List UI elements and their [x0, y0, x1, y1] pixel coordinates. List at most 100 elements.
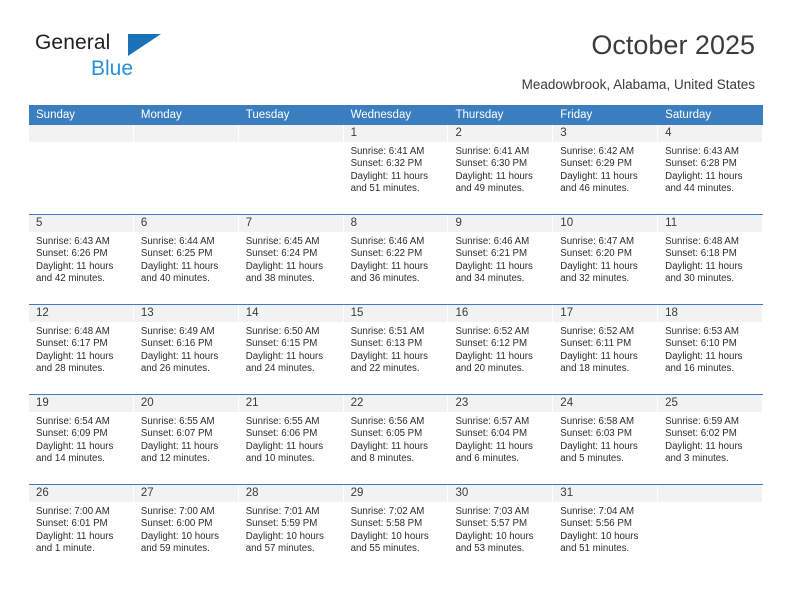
- day-number: 23: [448, 395, 553, 412]
- day-number: 22: [343, 395, 448, 412]
- calendar-day-cell[interactable]: 2 Sunrise: 6:41 AM Sunset: 6:30 PM Daylight…: [448, 125, 554, 214]
- calendar-day-cell[interactable]: 25 Sunrise: 6:59 AM Sunset: 6:02 PM Dayligh…: [658, 395, 764, 484]
- weekday-header-sunday: Sunday: [36, 109, 76, 121]
- calendar-day-cell[interactable]: 17 Sunrise: 6:52 AM Sunset: 6:11 PM Dayligh…: [553, 305, 659, 394]
- calendar-cell-empty: [133, 125, 239, 214]
- calendar-day-cell[interactable]: 30 Sunrise: 7:03 AM Sunset: 5:57 PM Dayligh…: [448, 485, 554, 575]
- calendar-day-cell[interactable]: 27 Sunrise: 7:00 AM Sunset: 6:00 PM Dayligh…: [133, 485, 239, 575]
- calendar-day-cell[interactable]: 8 Sunrise: 6:46 AM Sunset: 6:22 PM Daylight…: [343, 215, 449, 304]
- day-number: 4: [658, 125, 763, 142]
- daylight-text-line1: Daylight: 11 hours: [560, 170, 638, 182]
- calendar-day-cell[interactable]: 9 Sunrise: 6:46 AM Sunset: 6:21 PM Daylight…: [448, 215, 554, 304]
- daylight-text-line1: Daylight: 11 hours: [350, 260, 428, 272]
- sunrise-text: Sunrise: 6:41 AM: [350, 146, 425, 157]
- daylight-text-line1: Daylight: 10 hours: [140, 530, 219, 542]
- day-number: 16: [448, 305, 553, 322]
- calendar-table: Sunday Monday Tuesday Wednesday Thursday Frid…: [29, 105, 764, 575]
- sunset-text: Sunset: 6:21 PM: [455, 248, 528, 260]
- calendar-day-cell[interactable]: 5 Sunrise: 6:43 AM Sunset: 6:26 PM Daylight…: [29, 215, 134, 304]
- daylight-text-line2: and 32 minutes.: [560, 273, 630, 285]
- sunrise-text: Sunrise: 6:41 AM: [455, 146, 530, 157]
- weekday-header-friday: Friday: [560, 109, 593, 121]
- calendar-day-cell[interactable]: 13 Sunrise: 6:49 AM Sunset: 6:16 PM Dayligh…: [133, 305, 239, 394]
- logo-text-general: General: [35, 32, 215, 56]
- daylight-text-line1: Daylight: 11 hours: [36, 350, 114, 362]
- day-sun-info: Sunrise: 6:53 AM Sunset: 6:10 PM Daylight:…: [658, 322, 762, 376]
- page-subtitle: Meadowbrook, Alabama, United States: [521, 77, 755, 92]
- day-sun-info: Sunrise: 6:45 AM Sunset: 6:24 PM Daylight:…: [239, 232, 343, 286]
- day-number: [133, 125, 238, 142]
- day-number: 13: [133, 305, 238, 322]
- day-number: 2: [448, 125, 553, 142]
- sunrise-text: Sunrise: 7:02 AM: [350, 506, 425, 517]
- daylight-text-line2: and 14 minutes.: [36, 453, 105, 465]
- calendar-day-cell[interactable]: 23 Sunrise: 6:57 AM Sunset: 6:04 PM Dayligh…: [448, 395, 554, 484]
- sunset-text: Sunset: 6:01 PM: [36, 518, 108, 530]
- sunrise-text: Sunrise: 6:42 AM: [560, 146, 635, 157]
- daylight-text-line2: and 51 minutes.: [560, 543, 630, 555]
- sunrise-text: Sunrise: 6:46 AM: [350, 236, 425, 247]
- sunrise-text: Sunrise: 6:45 AM: [245, 236, 320, 247]
- sunset-text: Sunset: 6:09 PM: [36, 428, 108, 440]
- sunrise-text: Sunrise: 6:49 AM: [140, 326, 215, 337]
- calendar-day-cell[interactable]: 20 Sunrise: 6:55 AM Sunset: 6:07 PM Dayligh…: [133, 395, 239, 484]
- calendar-day-cell[interactable]: 19 Sunrise: 6:54 AM Sunset: 6:09 PM Dayligh…: [29, 395, 134, 484]
- daylight-text-line2: and 24 minutes.: [245, 363, 315, 375]
- day-sun-info: Sunrise: 7:00 AM Sunset: 6:00 PM Daylight:…: [134, 502, 238, 556]
- daylight-text-line2: and 22 minutes.: [350, 363, 420, 375]
- calendar-day-cell[interactable]: 29 Sunrise: 7:02 AM Sunset: 5:58 PM Dayligh…: [343, 485, 449, 575]
- daylight-text-line2: and 49 minutes.: [455, 183, 525, 195]
- triangle-icon: [128, 34, 161, 56]
- page-title: October 2025: [591, 30, 755, 60]
- calendar-day-cell[interactable]: 26 Sunrise: 7:00 AM Sunset: 6:01 PM Dayligh…: [29, 485, 134, 575]
- calendar-day-cell[interactable]: 28 Sunrise: 7:01 AM Sunset: 5:59 PM Dayligh…: [238, 485, 344, 575]
- calendar-day-cell[interactable]: 10 Sunrise: 6:47 AM Sunset: 6:20 PM Dayligh…: [553, 215, 659, 304]
- sunrise-text: Sunrise: 6:46 AM: [455, 236, 530, 247]
- sunrise-text: Sunrise: 7:00 AM: [140, 506, 215, 517]
- calendar-day-cell[interactable]: 15 Sunrise: 6:51 AM Sunset: 6:13 PM Dayligh…: [343, 305, 449, 394]
- calendar-day-cell[interactable]: 14 Sunrise: 6:50 AM Sunset: 6:15 PM Dayligh…: [238, 305, 344, 394]
- calendar-day-cell[interactable]: 3 Sunrise: 6:42 AM Sunset: 6:29 PM Daylight…: [553, 125, 659, 214]
- sunset-text: Sunset: 6:29 PM: [560, 158, 632, 170]
- daylight-text-line2: and 20 minutes.: [455, 363, 525, 375]
- day-number: 9: [448, 215, 553, 232]
- day-number: 3: [553, 125, 658, 142]
- calendar-day-cell[interactable]: 7 Sunrise: 6:45 AM Sunset: 6:24 PM Daylight…: [238, 215, 344, 304]
- calendar-day-cell[interactable]: 22 Sunrise: 6:56 AM Sunset: 6:05 PM Dayligh…: [343, 395, 449, 484]
- sunset-text: Sunset: 6:02 PM: [665, 428, 737, 440]
- calendar-day-cell[interactable]: 21 Sunrise: 6:55 AM Sunset: 6:06 PM Dayligh…: [238, 395, 344, 484]
- calendar-day-cell[interactable]: 6 Sunrise: 6:44 AM Sunset: 6:25 PM Daylight…: [133, 215, 239, 304]
- day-number: 27: [133, 485, 238, 502]
- day-number: 26: [29, 485, 133, 502]
- sunrise-text: Sunrise: 6:51 AM: [350, 326, 425, 337]
- day-sun-info: Sunrise: 6:54 AM Sunset: 6:09 PM Daylight:…: [29, 412, 133, 466]
- sunset-text: Sunset: 5:59 PM: [245, 518, 318, 530]
- daylight-text-line2: and 36 minutes.: [350, 273, 420, 285]
- day-number: 29: [343, 485, 448, 502]
- day-number: [238, 125, 343, 142]
- sunset-text: Sunset: 5:58 PM: [350, 518, 423, 530]
- sunrise-text: Sunrise: 7:01 AM: [245, 506, 320, 517]
- sunset-text: Sunset: 6:26 PM: [36, 248, 108, 260]
- daylight-text-line1: Daylight: 11 hours: [560, 440, 638, 452]
- day-number: 12: [29, 305, 133, 322]
- logo-word-blue: Blue: [91, 57, 134, 80]
- sunrise-text: Sunrise: 6:52 AM: [560, 326, 635, 337]
- calendar-day-cell[interactable]: 12 Sunrise: 6:48 AM Sunset: 6:17 PM Dayligh…: [29, 305, 134, 394]
- daylight-text-line1: Daylight: 11 hours: [350, 350, 428, 362]
- daylight-text-line2: and 16 minutes.: [665, 363, 735, 375]
- calendar-day-cell[interactable]: 11 Sunrise: 6:48 AM Sunset: 6:18 PM Dayligh…: [658, 215, 764, 304]
- calendar-week-row: 1 Sunrise: 6:41 AM Sunset: 6:32 PM Daylight…: [29, 125, 764, 215]
- calendar-day-cell[interactable]: 1 Sunrise: 6:41 AM Sunset: 6:32 PM Daylight…: [343, 125, 449, 214]
- sunset-text: Sunset: 6:10 PM: [665, 338, 737, 350]
- calendar-day-cell[interactable]: 16 Sunrise: 6:52 AM Sunset: 6:12 PM Dayligh…: [448, 305, 554, 394]
- calendar-day-cell[interactable]: 4 Sunrise: 6:43 AM Sunset: 6:28 PM Daylight…: [658, 125, 764, 214]
- daylight-text-line1: Daylight: 11 hours: [665, 170, 743, 182]
- weekday-header-monday: Monday: [140, 109, 182, 121]
- daylight-text-line1: Daylight: 11 hours: [665, 260, 743, 272]
- daylight-text-line2: and 5 minutes.: [560, 453, 624, 465]
- calendar-day-cell[interactable]: 18 Sunrise: 6:53 AM Sunset: 6:10 PM Dayligh…: [658, 305, 764, 394]
- calendar-day-cell[interactable]: 24 Sunrise: 6:58 AM Sunset: 6:03 PM Dayligh…: [553, 395, 659, 484]
- weekday-header-tuesday: Tuesday: [245, 109, 290, 121]
- calendar-day-cell[interactable]: 31 Sunrise: 7:04 AM Sunset: 5:56 PM Dayligh…: [553, 485, 659, 575]
